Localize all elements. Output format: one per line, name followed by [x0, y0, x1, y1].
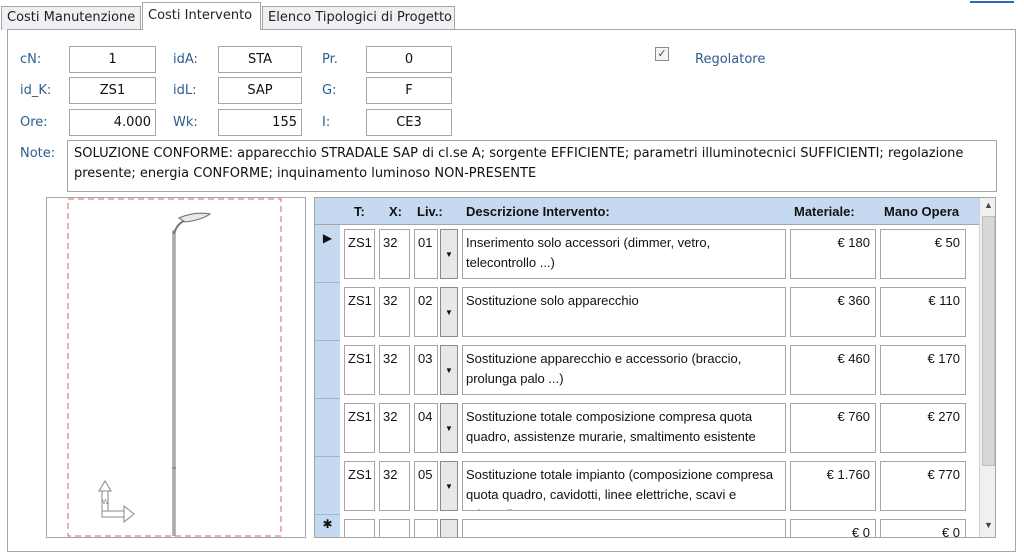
table-row[interactable]: ZS1 32 02 ▼ Sostituzione solo apparecchi…: [340, 283, 979, 341]
grid-vertical-scrollbar[interactable]: ▲ ▼: [979, 198, 995, 537]
liv-dropdown-icon[interactable]: ▼: [440, 345, 458, 395]
wk-field[interactable]: 155: [218, 109, 302, 136]
col-header-liv: Liv.:: [417, 204, 443, 219]
table-row-new[interactable]: € 0 € 0: [340, 515, 979, 537]
cell-x[interactable]: 32: [379, 287, 410, 337]
cell-mano-opera[interactable]: € 110: [880, 287, 966, 337]
row-selector-current[interactable]: ▶: [315, 225, 340, 283]
cell-descrizione[interactable]: Inserimento solo accessori (dimmer, vetr…: [462, 229, 786, 279]
row-selector[interactable]: [315, 457, 340, 515]
pr-label: Pr.: [322, 52, 338, 67]
liv-dropdown-icon[interactable]: ▼: [440, 461, 458, 511]
cell-descrizione[interactable]: Sostituzione totale composizione compres…: [462, 403, 786, 453]
pr-field[interactable]: 0: [366, 46, 452, 73]
window-accent-line: [970, 1, 1014, 3]
cell-x[interactable]: [379, 519, 410, 537]
cell-liv[interactable]: 03: [414, 345, 438, 395]
regolatore-checkbox[interactable]: ✓: [655, 47, 669, 61]
row-selector[interactable]: [315, 341, 340, 399]
g-field[interactable]: F: [366, 77, 452, 104]
ida-field[interactable]: STA: [218, 46, 302, 73]
cell-descrizione[interactable]: Sostituzione solo apparecchio: [462, 287, 786, 337]
g-label: G:: [322, 83, 337, 98]
liv-dropdown-icon[interactable]: ▼: [440, 287, 458, 337]
interventi-grid: T: X: Liv.: Descrizione Intervento: Mate…: [314, 197, 996, 538]
street-lamp-drawing: W: [67, 198, 282, 537]
cell-t[interactable]: ZS1: [344, 287, 375, 337]
cell-materiale[interactable]: € 460: [790, 345, 876, 395]
cell-liv[interactable]: 04: [414, 403, 438, 453]
cell-materiale[interactable]: € 1.760: [790, 461, 876, 511]
idl-field[interactable]: SAP: [218, 77, 302, 104]
cell-mano-opera[interactable]: € 170: [880, 345, 966, 395]
scroll-thumb[interactable]: [982, 216, 995, 466]
table-row[interactable]: ZS1 32 04 ▼ Sostituzione totale composiz…: [340, 399, 979, 457]
note-label: Note:: [20, 146, 56, 161]
grid-header: T: X: Liv.: Descrizione Intervento: Mate…: [315, 198, 979, 225]
ore-label: Ore:: [20, 115, 48, 130]
costi-intervento-panel: cN: 1 idA: STA Pr. 0 ✓ Regolatore id_K: …: [7, 29, 1016, 552]
col-header-mano-opera: Mano Opera: [884, 204, 960, 219]
cell-liv[interactable]: [414, 519, 438, 537]
idk-field[interactable]: ZS1: [69, 77, 156, 104]
svg-text:W: W: [102, 498, 109, 506]
liv-dropdown-icon[interactable]: [440, 519, 458, 537]
col-header-x: X:: [389, 204, 402, 219]
scroll-up-arrow-icon[interactable]: ▲: [982, 200, 995, 214]
liv-dropdown-icon[interactable]: ▼: [440, 229, 458, 279]
tab-costi-manutenzione[interactable]: Costi Manutenzione: [1, 6, 141, 30]
cell-materiale[interactable]: € 0: [790, 519, 876, 537]
liv-dropdown-icon[interactable]: ▼: [440, 403, 458, 453]
axis-gizmo-icon: W: [98, 480, 135, 524]
tab-elenco-tipologici[interactable]: Elenco Tipologici di Progetto: [262, 6, 455, 30]
cell-t[interactable]: ZS1: [344, 461, 375, 511]
table-row[interactable]: ZS1 32 03 ▼ Sostituzione apparecchio e a…: [340, 341, 979, 399]
lamp-drawing-frame: W: [46, 197, 306, 538]
scroll-down-arrow-icon[interactable]: ▼: [982, 520, 995, 534]
i-field[interactable]: CE3: [366, 109, 452, 136]
cell-descrizione[interactable]: Sostituzione apparecchio e accessorio (b…: [462, 345, 786, 395]
cell-t[interactable]: [344, 519, 375, 537]
cell-mano-opera[interactable]: € 0: [880, 519, 966, 537]
col-header-descrizione: Descrizione Intervento:: [466, 204, 610, 219]
cell-t[interactable]: ZS1: [344, 403, 375, 453]
cell-x[interactable]: 32: [379, 403, 410, 453]
col-header-t: T:: [354, 204, 365, 219]
tab-costi-intervento[interactable]: Costi Intervento: [142, 2, 261, 30]
row-selector-new[interactable]: ✱: [315, 515, 340, 537]
cell-liv[interactable]: 02: [414, 287, 438, 337]
cell-liv[interactable]: 01: [414, 229, 438, 279]
ida-label: idA:: [173, 52, 198, 67]
cell-mano-opera[interactable]: € 770: [880, 461, 966, 511]
table-row[interactable]: ZS1 32 05 ▼ Sostituzione totale impianto…: [340, 457, 979, 515]
wk-label: Wk:: [173, 115, 198, 130]
cell-mano-opera[interactable]: € 50: [880, 229, 966, 279]
cell-descrizione[interactable]: Sostituzione totale impianto (composizio…: [462, 461, 786, 511]
cell-liv[interactable]: 05: [414, 461, 438, 511]
cell-mano-opera[interactable]: € 270: [880, 403, 966, 453]
row-selector[interactable]: [315, 399, 340, 457]
table-row[interactable]: ZS1 32 01 ▼ Inserimento solo accessori (…: [340, 225, 979, 283]
idk-label: id_K:: [20, 83, 52, 98]
cell-t[interactable]: ZS1: [344, 345, 375, 395]
ore-field[interactable]: 4.000: [69, 109, 156, 136]
cell-materiale[interactable]: € 360: [790, 287, 876, 337]
cell-t[interactable]: ZS1: [344, 229, 375, 279]
cell-materiale[interactable]: € 760: [790, 403, 876, 453]
note-field[interactable]: SOLUZIONE CONFORME: apparecchio STRADALE…: [67, 140, 997, 192]
cell-descrizione[interactable]: [462, 519, 786, 537]
cell-x[interactable]: 32: [379, 229, 410, 279]
i-label: I:: [322, 115, 331, 130]
cell-materiale[interactable]: € 180: [790, 229, 876, 279]
cn-label: cN:: [20, 52, 42, 67]
cn-field[interactable]: 1: [69, 46, 156, 73]
row-selector-column: ▶ ✱: [315, 225, 340, 537]
idl-label: idL:: [173, 83, 197, 98]
tab-bar: Costi Manutenzione Costi Intervento Elen…: [0, 0, 1024, 30]
cell-x[interactable]: 32: [379, 461, 410, 511]
col-header-materiale: Materiale:: [794, 204, 855, 219]
regolatore-label: Regolatore: [695, 52, 766, 67]
row-selector[interactable]: [315, 283, 340, 341]
cell-x[interactable]: 32: [379, 345, 410, 395]
